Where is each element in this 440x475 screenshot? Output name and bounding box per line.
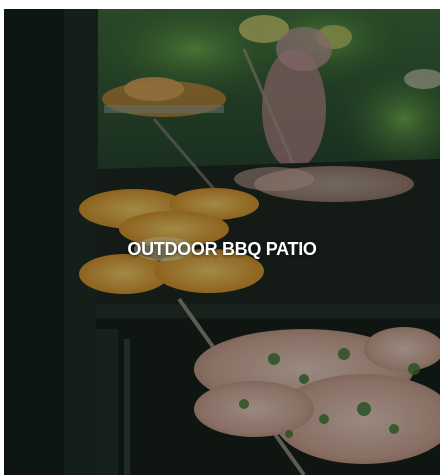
tile-title: OUTDOOR BBQ PATIO: [127, 239, 317, 259]
category-tile-outdoor-bbq-patio[interactable]: OUTDOOR BBQ PATIO: [4, 9, 440, 475]
